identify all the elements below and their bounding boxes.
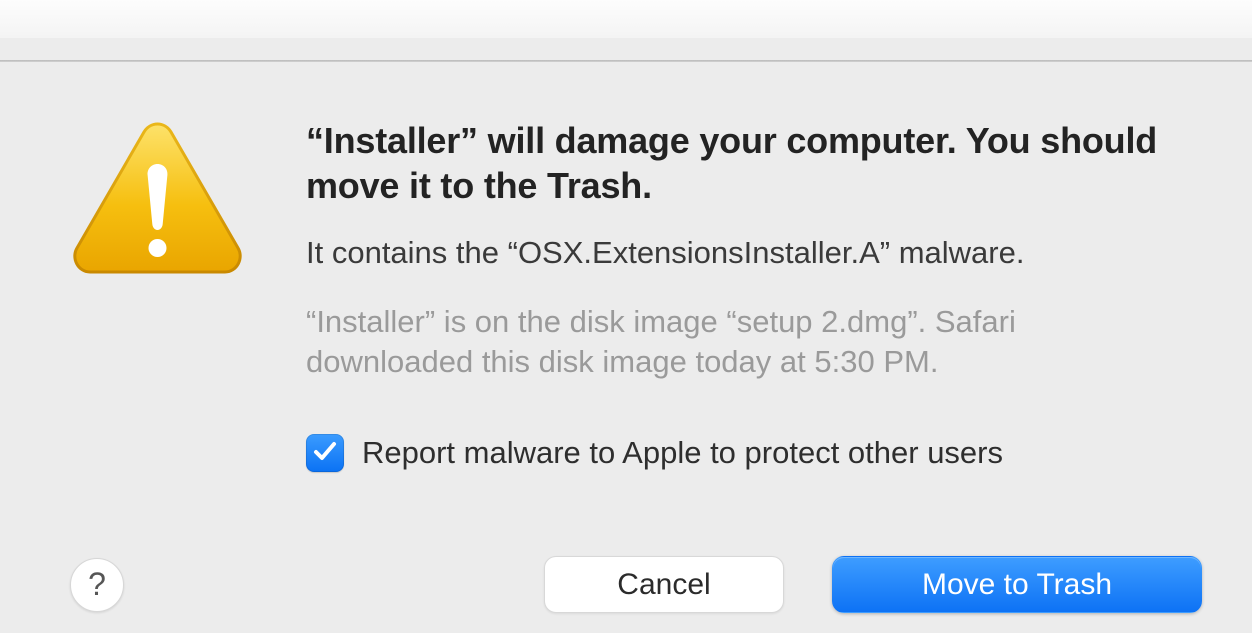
cancel-button-label: Cancel	[617, 568, 710, 602]
dialog-footer: ? Cancel Move to Trash	[0, 556, 1252, 613]
window-titlebar-strip	[0, 0, 1252, 38]
dialog-text-column: “Installer” will damage your computer. Y…	[306, 118, 1202, 472]
warning-triangle-icon	[70, 118, 245, 283]
report-malware-label: Report malware to Apple to protect other…	[362, 435, 1003, 471]
malware-alert-dialog: “Installer” will damage your computer. Y…	[0, 62, 1252, 633]
help-button[interactable]: ?	[70, 558, 124, 612]
move-to-trash-button[interactable]: Move to Trash	[832, 556, 1202, 613]
help-icon: ?	[88, 566, 106, 603]
move-to-trash-button-label: Move to Trash	[922, 568, 1112, 602]
cancel-button[interactable]: Cancel	[544, 556, 784, 613]
dialog-icon-column	[70, 118, 306, 283]
report-malware-row: Report malware to Apple to protect other…	[306, 434, 1202, 472]
dialog-detail-text: “Installer” is on the disk image “setup …	[306, 302, 1186, 383]
dialog-title: “Installer” will damage your computer. Y…	[306, 118, 1202, 208]
dialog-body-row: “Installer” will damage your computer. Y…	[70, 118, 1202, 472]
dialog-subtitle: It contains the “OSX.ExtensionsInstaller…	[306, 232, 1202, 274]
checkmark-icon	[312, 438, 338, 469]
report-malware-checkbox[interactable]	[306, 434, 344, 472]
